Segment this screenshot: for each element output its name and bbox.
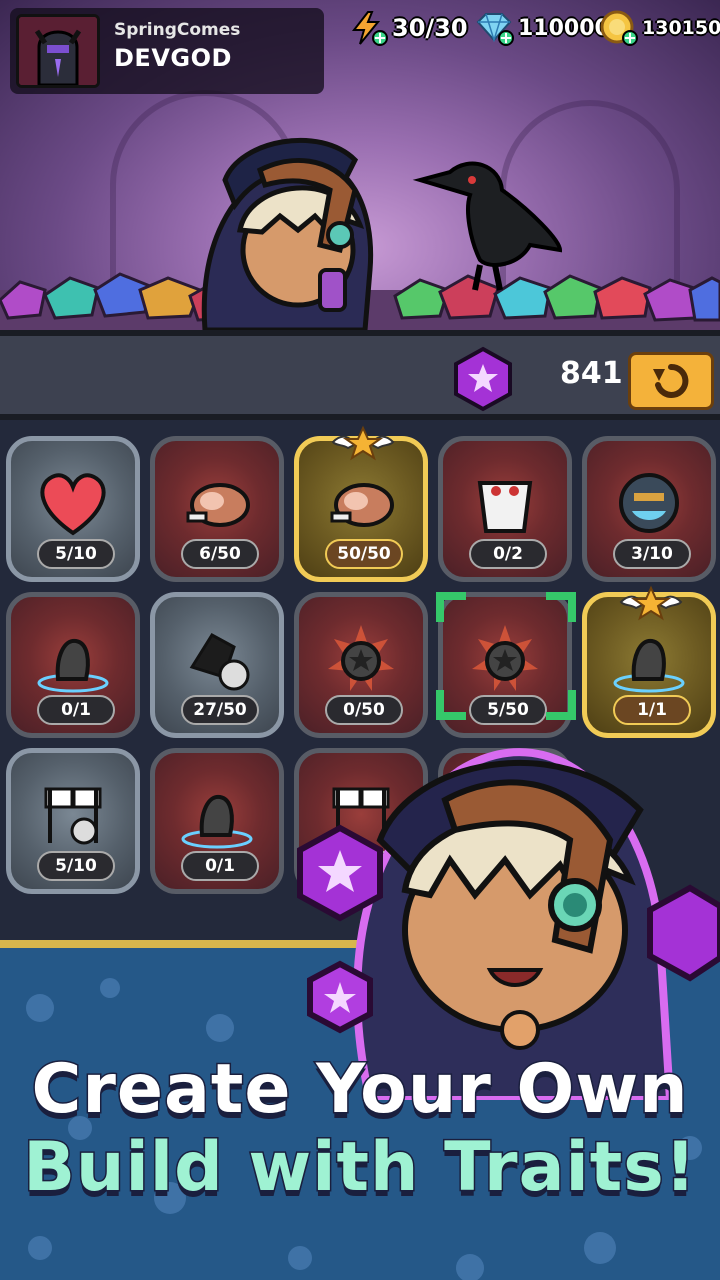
gold-coin-icon bbox=[600, 10, 638, 46]
trait-level: 5/10 bbox=[37, 851, 115, 881]
trait-level: 6/50 bbox=[181, 539, 259, 569]
trait-point-bar: 841 bbox=[0, 330, 720, 420]
trait-card[interactable]: 5/10 bbox=[6, 748, 140, 894]
refresh-icon bbox=[653, 363, 689, 398]
star-wing-badge bbox=[619, 585, 683, 621]
dark-mask-icon bbox=[619, 473, 679, 533]
trait-card[interactable]: 5/10 bbox=[6, 436, 140, 582]
star-burst-selected-icon bbox=[472, 625, 538, 691]
trait-level: 5/10 bbox=[37, 539, 115, 569]
hero-portrait bbox=[297, 748, 720, 1100]
summon-statue-icon bbox=[613, 638, 685, 693]
meat-sale-icon bbox=[186, 483, 250, 527]
imp-coin-icon bbox=[189, 633, 250, 691]
diamond-icon bbox=[476, 13, 514, 46]
server-name: SpringComes bbox=[114, 20, 241, 40]
trait-card[interactable]: 3/10 bbox=[582, 436, 716, 582]
energy-value: 30/30 bbox=[392, 14, 468, 42]
dark-knight-avatar-icon bbox=[19, 17, 97, 85]
meat-icon bbox=[330, 483, 394, 527]
trait-level: 3/10 bbox=[613, 539, 691, 569]
reset-traits-button[interactable] bbox=[628, 352, 714, 410]
trait-point-amount: 841 bbox=[560, 356, 623, 391]
trait-card[interactable]: 0/1 bbox=[6, 592, 140, 738]
lightning-icon bbox=[351, 11, 388, 46]
gold-value: 1301500 bbox=[642, 17, 720, 39]
trait-card[interactable]: 0/2 bbox=[438, 436, 572, 582]
energy-counter[interactable]: 30/30 bbox=[350, 10, 468, 46]
purple-gem-icon bbox=[454, 346, 512, 412]
race-flag-coin-icon bbox=[44, 787, 102, 845]
player-name: DEVGOD bbox=[114, 44, 232, 72]
star-wing-badge bbox=[331, 425, 395, 461]
summon-1-icon bbox=[37, 638, 109, 693]
star-burst-icon bbox=[328, 625, 394, 691]
hero-scene: SpringComes DEVGOD 30/30 110000 130150 bbox=[0, 0, 720, 330]
gold-counter[interactable]: 1301500 bbox=[600, 10, 720, 46]
headline-line-2: Build with Traits! bbox=[22, 1127, 698, 1209]
heart-icon bbox=[40, 473, 106, 536]
diamond-value: 110000 bbox=[518, 15, 610, 41]
crow-character bbox=[412, 161, 563, 291]
diamond-counter[interactable]: 110000 bbox=[474, 10, 610, 46]
trait-level: 50/50 bbox=[325, 539, 403, 569]
trait-card[interactable]: 27/50 bbox=[150, 592, 284, 738]
trait-level: 0/2 bbox=[469, 539, 547, 569]
avatar[interactable] bbox=[16, 14, 100, 88]
floating-gem-icon bbox=[297, 824, 383, 922]
ghost-cup-icon bbox=[477, 481, 533, 533]
game-screen: SpringComes DEVGOD 30/30 110000 130150 8… bbox=[0, 0, 720, 1280]
hero-character bbox=[201, 137, 374, 330]
player-profile[interactable]: SpringComes DEVGOD bbox=[10, 8, 324, 94]
trait-level: 0/1 bbox=[37, 695, 115, 725]
trait-card[interactable]: 5/50 bbox=[438, 592, 572, 738]
headline-line-1: Create Your Own bbox=[30, 1049, 689, 1131]
trait-card[interactable]: 0/50 bbox=[294, 592, 428, 738]
trait-card[interactable]: 6/50 bbox=[150, 436, 284, 582]
